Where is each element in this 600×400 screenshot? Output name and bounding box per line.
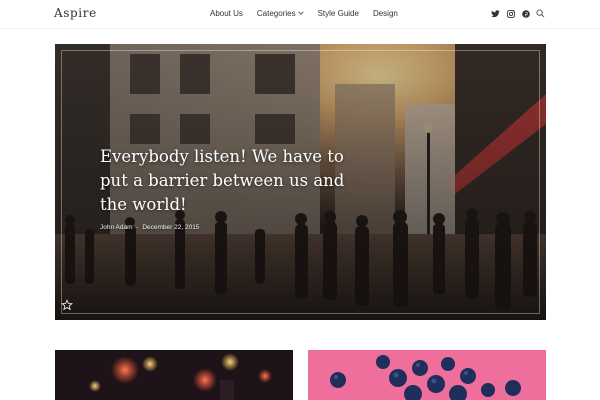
site-logo[interactable]: Aspire <box>54 6 97 20</box>
post-author[interactable]: John Adam <box>100 224 133 231</box>
post-card-image <box>308 350 546 400</box>
star-icon <box>61 298 73 311</box>
header-divider <box>0 28 600 29</box>
post-card-blueberries[interactable] <box>308 350 546 400</box>
twitter-icon[interactable] <box>490 8 501 19</box>
search-icon[interactable] <box>535 8 546 19</box>
site-header: Aspire About Us Categories Style Guide D… <box>0 0 600 28</box>
featured-post-meta: John Adam - December 22, 2015 <box>100 224 199 231</box>
post-card-city-lights[interactable] <box>55 350 293 400</box>
featured-post-title[interactable]: Everybody listen! We have to put a barri… <box>100 145 360 217</box>
nav-item-label: Design <box>372 9 398 18</box>
instagram-icon[interactable] <box>505 8 516 19</box>
nav-item-design[interactable]: Design <box>373 9 398 18</box>
chevron-down-icon <box>297 10 304 18</box>
nav-item-label: About Us <box>210 9 243 18</box>
pinterest-icon[interactable] <box>520 8 531 19</box>
nav-item-label: Categories <box>256 9 296 18</box>
main-nav: About Us Categories Style Guide Design <box>210 9 412 18</box>
post-date: December 22, 2015 <box>142 224 200 231</box>
meta-separator: - <box>136 224 139 231</box>
nav-item-label: Style Guide <box>317 9 359 18</box>
nav-item-style-guide[interactable]: Style Guide <box>318 9 359 18</box>
post-card-image <box>55 350 293 400</box>
nav-item-categories[interactable]: Categories <box>257 9 304 18</box>
social-links <box>490 8 550 19</box>
nav-item-about-us[interactable]: About Us <box>210 9 243 18</box>
featured-post[interactable]: Everybody listen! We have to put a barri… <box>55 44 546 320</box>
